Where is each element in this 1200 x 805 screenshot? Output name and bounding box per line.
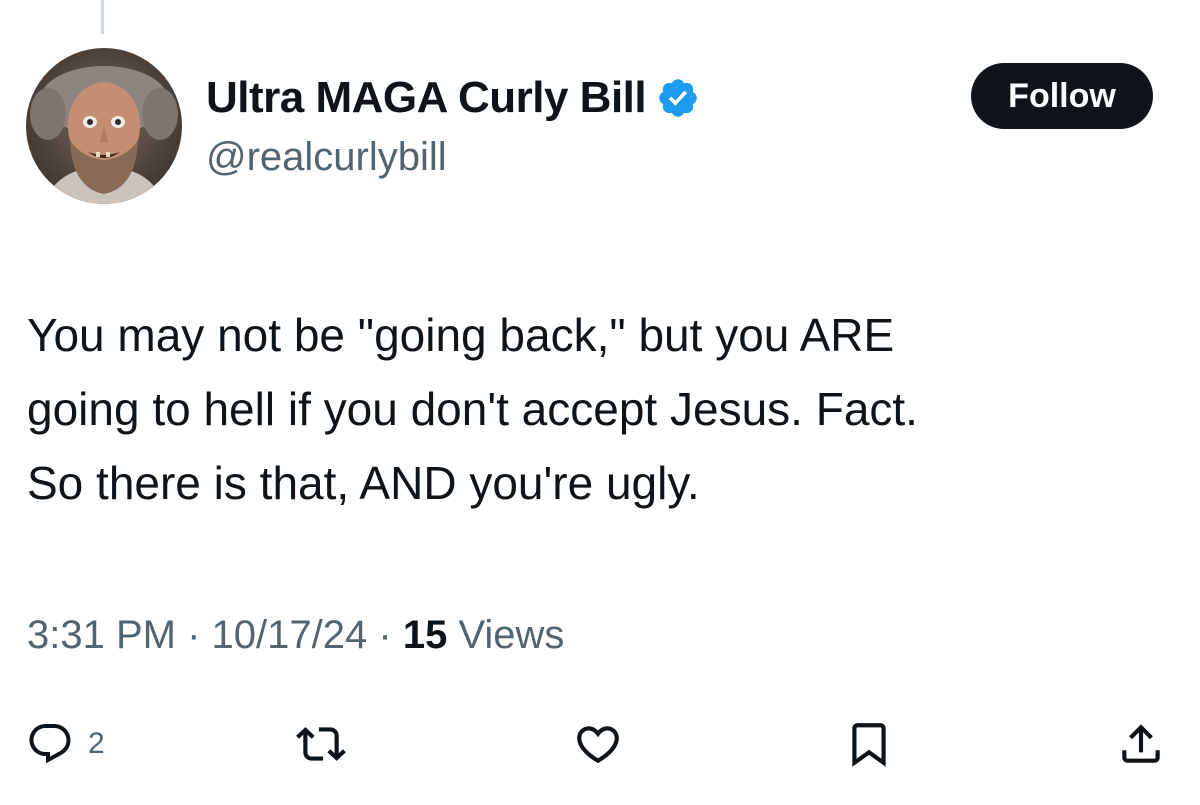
avatar-image (30, 66, 178, 204)
views-count: 15 (402, 613, 448, 657)
like-button[interactable] (573, 714, 623, 774)
tweet-text-line: You may not be "going back," but you ARE (27, 309, 895, 361)
avatar[interactable] (26, 48, 182, 204)
bookmark-icon (844, 719, 894, 769)
share-button[interactable] (1116, 714, 1166, 774)
reply-count: 2 (88, 727, 105, 760)
author-display-name[interactable]: Ultra MAGA Curly Bill (206, 66, 647, 130)
meta-separator: · (378, 613, 392, 657)
thread-connector-line (101, 0, 104, 34)
views-label: Views (458, 613, 565, 657)
meta-separator: · (187, 613, 201, 657)
reply-icon (26, 720, 74, 768)
verified-badge-icon[interactable] (656, 76, 700, 120)
bookmark-button[interactable] (844, 714, 894, 774)
reply-button[interactable]: 2 (26, 714, 105, 774)
tweet-metadata: 3:31 PM · 10/17/24 · 15 Views (27, 608, 564, 662)
author-info: Ultra MAGA Curly Bill @realcurlybill (206, 66, 700, 182)
like-icon (573, 719, 623, 769)
tweet-text-line: So there is that, AND you're ugly. (27, 457, 700, 509)
tweet-text-line: going to hell if you don't accept Jesus.… (27, 383, 918, 435)
tweet-date[interactable]: 10/17/24 (212, 613, 368, 657)
tweet-time[interactable]: 3:31 PM (27, 613, 176, 657)
author-handle[interactable]: @realcurlybill (206, 132, 700, 182)
share-icon (1116, 719, 1166, 769)
tweet-body: You may not be "going back," but you ARE… (27, 298, 1177, 520)
tweet-action-bar: 2 (0, 714, 1200, 774)
name-row: Ultra MAGA Curly Bill (206, 66, 700, 130)
retweet-icon (296, 719, 346, 769)
retweet-button[interactable] (296, 714, 346, 774)
follow-button[interactable]: Follow (971, 63, 1153, 129)
